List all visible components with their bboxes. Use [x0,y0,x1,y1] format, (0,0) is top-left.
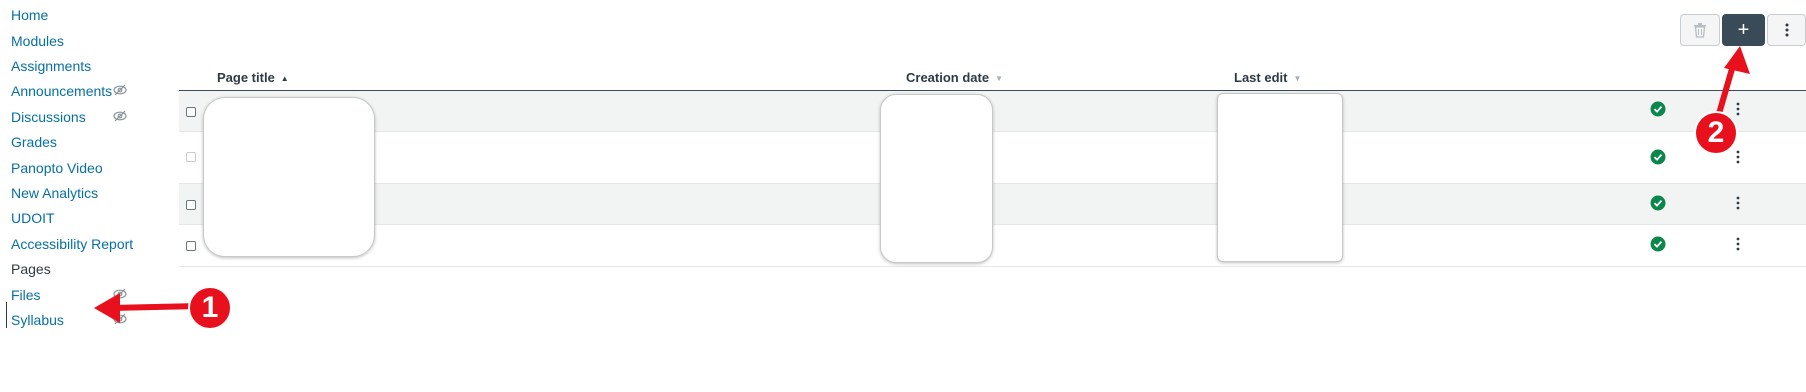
add-page-button[interactable]: + [1722,14,1765,46]
kebab-icon[interactable] [1735,236,1741,252]
nav-pages[interactable]: Pages [11,259,51,279]
annotation-badge-2: 2 [1694,111,1738,155]
kebab-icon [1785,23,1788,37]
more-options-button[interactable] [1767,14,1806,46]
check-circle-icon[interactable] [1650,149,1666,165]
row-select-checkbox[interactable] [186,241,196,251]
redacted-last-edit-dates [1217,93,1343,262]
nav-udoit[interactable]: UDOIT [11,208,55,228]
sort-asc-icon: ▲ [280,73,289,83]
pages-table-header: Page title ▲ Creation date ▼ Last edit ▼ [179,66,1806,91]
nav-discussions[interactable]: Discussions [11,107,86,127]
nav-modules[interactable]: Modules [11,31,64,51]
nav-accessibility-report[interactable]: Accessibility Report [11,234,133,254]
column-last-edit[interactable]: Last edit ▼ [1234,66,1301,91]
nav-panopto-video[interactable]: Panopto Video [11,158,103,178]
nav-home[interactable]: Home [11,5,48,25]
plus-icon: + [1737,18,1750,41]
kebab-icon[interactable] [1735,149,1741,165]
check-circle-icon[interactable] [1650,101,1666,117]
column-page-title[interactable]: Page title ▲ [217,66,289,91]
trash-icon [1694,22,1706,38]
course-nav-sidebar: Home Modules Assignments Announcements D… [0,0,160,392]
nav-assignments[interactable]: Assignments [11,56,91,76]
nav-new-analytics[interactable]: New Analytics [11,183,98,203]
eye-slash-icon [113,84,127,96]
redacted-page-titles [203,97,375,257]
column-creation-date[interactable]: Creation date ▼ [906,66,1003,91]
nav-announcements[interactable]: Announcements [11,81,112,101]
nav-syllabus[interactable]: Syllabus [11,310,64,330]
row-select-checkbox[interactable] [186,200,196,210]
sort-desc-icon: ▼ [995,73,1003,83]
check-circle-icon[interactable] [1650,195,1666,211]
row-select-checkbox[interactable] [186,107,196,117]
delete-pages-button[interactable] [1680,14,1720,46]
check-circle-icon[interactable] [1650,236,1666,252]
nav-files[interactable]: Files [11,285,41,305]
annotation-badge-1: 1 [188,286,232,330]
nav-grades[interactable]: Grades [11,132,57,152]
sort-desc-icon: ▼ [1293,73,1302,83]
eye-slash-icon [113,110,127,122]
kebab-icon[interactable] [1735,195,1741,211]
active-indicator [6,302,7,328]
row-select-checkbox[interactable] [186,152,196,162]
redacted-creation-dates [880,94,993,263]
